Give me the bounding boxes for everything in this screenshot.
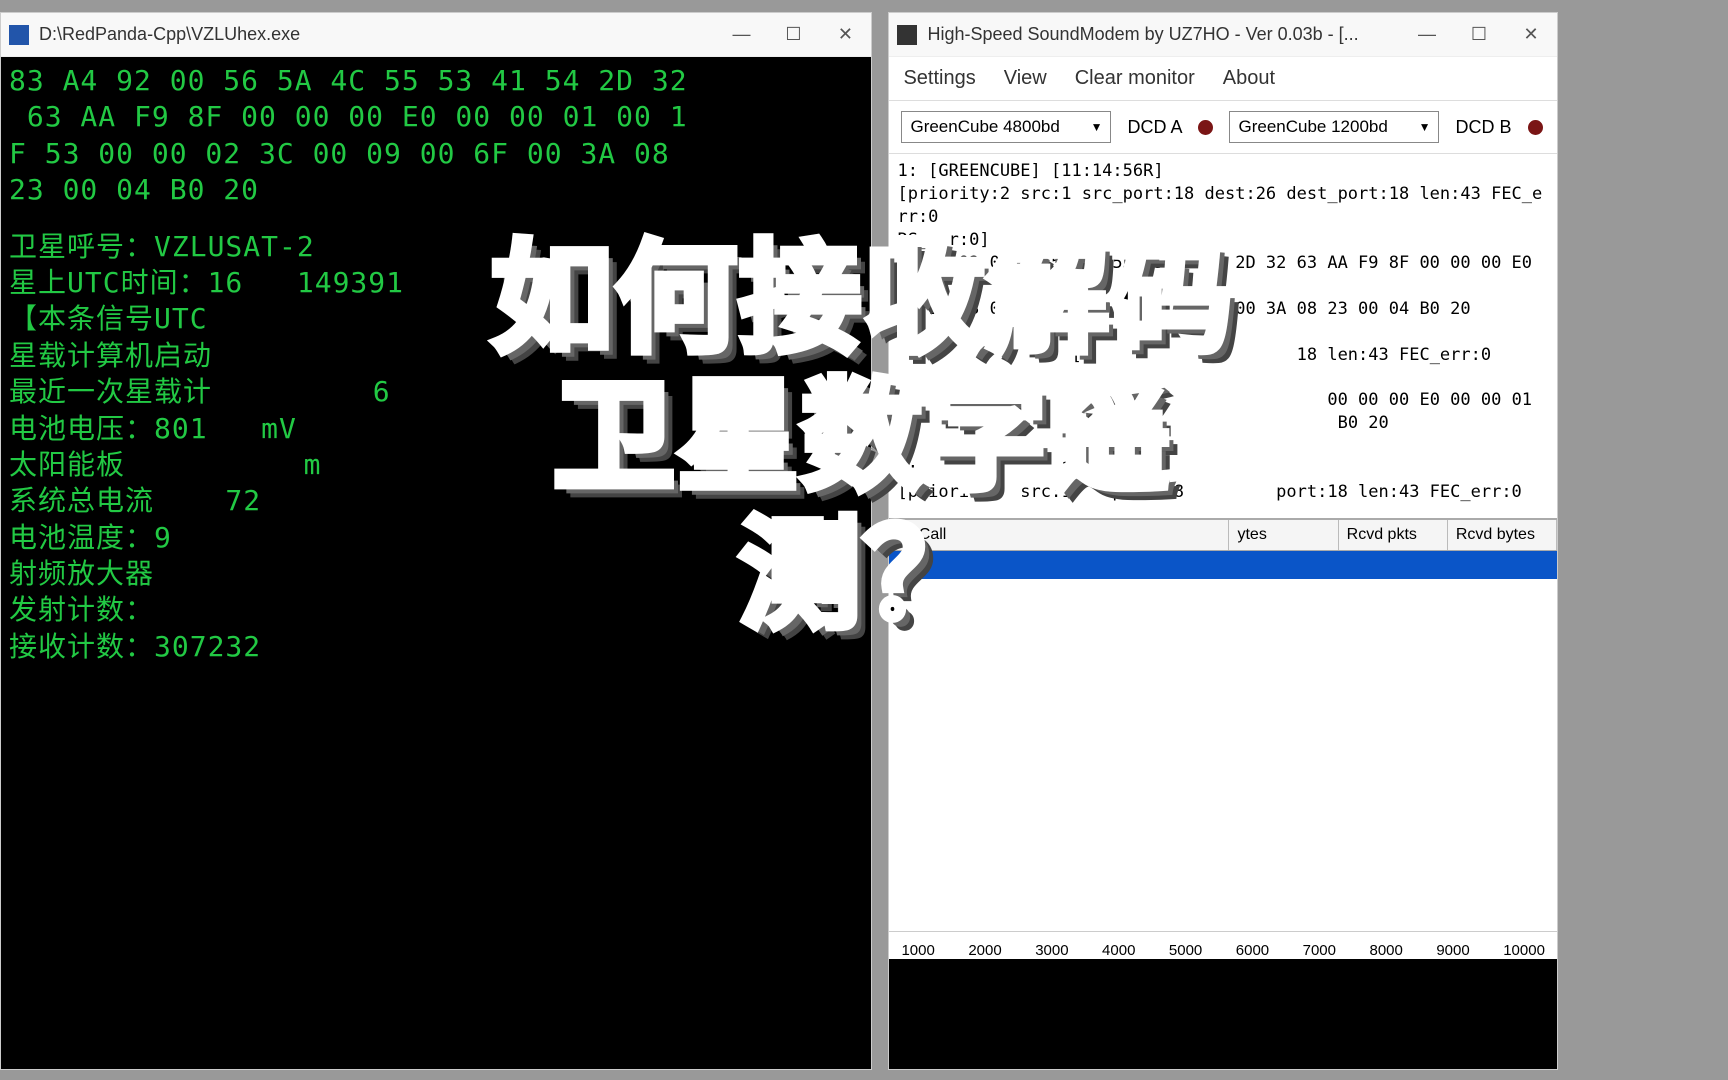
freq-tick: 3000 xyxy=(1035,942,1068,959)
chevron-down-icon: ▼ xyxy=(1419,120,1431,134)
mode-a-value: GreenCube 4800bd xyxy=(910,117,1059,137)
freq-tick: 6000 xyxy=(1236,942,1269,959)
col-rcvd-pkts[interactable]: Rcvd pkts xyxy=(1339,520,1448,550)
freq-tick: 4000 xyxy=(1102,942,1135,959)
telemetry-line: 太阳能板 m xyxy=(9,447,863,483)
vzluhex-window: D:\RedPanda-Cpp\VZLUhex.exe — ☐ ✕ 83 A4 … xyxy=(0,12,872,1070)
terminal-output: 83 A4 92 00 56 5A 4C 55 53 41 54 2D 32 6… xyxy=(1,57,871,1069)
mode-a-dropdown[interactable]: GreenCube 4800bd ▼ xyxy=(901,111,1111,143)
telemetry-line: 电池温度：9 xyxy=(9,520,863,556)
dcd-b-led xyxy=(1528,120,1543,135)
menu-settings[interactable]: Settings xyxy=(903,67,975,90)
table-row-selected[interactable] xyxy=(889,551,1557,579)
left-title: D:\RedPanda-Cpp\VZLUhex.exe xyxy=(39,24,729,45)
freq-tick: 10000 xyxy=(1503,942,1545,959)
telemetry-line: 卫星呼号：VZLUSAT-2 xyxy=(9,229,863,265)
packet-log[interactable]: 1: [GREENCUBE] [11:14:56R] [priority:2 s… xyxy=(889,154,1557,518)
telemetry-line: 射频放大器 xyxy=(9,556,863,592)
modem-controls: GreenCube 4800bd ▼ DCD A GreenCube 1200b… xyxy=(889,101,1557,154)
telemetry-line: 发射计数： xyxy=(9,592,863,628)
soundmodem-icon xyxy=(897,25,917,45)
menu-about[interactable]: About xyxy=(1223,67,1275,90)
hex-dump: 83 A4 92 00 56 5A 4C 55 53 41 54 2D 32 6… xyxy=(9,63,863,209)
freq-tick: 8000 xyxy=(1369,942,1402,959)
close-button[interactable]: ✕ xyxy=(1519,24,1543,45)
col-rcvd-bytes[interactable]: Rcvd bytes xyxy=(1448,520,1557,550)
freq-tick: 5000 xyxy=(1169,942,1202,959)
freq-tick: 1000 xyxy=(901,942,934,959)
minimize-button[interactable]: — xyxy=(1415,24,1439,45)
maximize-button[interactable]: ☐ xyxy=(781,24,805,45)
chevron-down-icon: ▼ xyxy=(1091,120,1103,134)
telemetry-line: 系统总电流 72 xyxy=(9,483,863,519)
maximize-button[interactable]: ☐ xyxy=(1467,24,1491,45)
telemetry-line: 接收计数：307232 xyxy=(9,629,863,665)
menubar: Settings View Clear monitor About xyxy=(889,57,1557,101)
menu-clear-monitor[interactable]: Clear monitor xyxy=(1075,67,1195,90)
dcd-a-led xyxy=(1198,120,1213,135)
frequency-ruler: 1000 2000 3000 4000 5000 6000 7000 8000 9000 1000… xyxy=(889,931,1557,959)
telemetry-line: 电池电压：801 mV xyxy=(9,411,863,447)
minimize-button[interactable]: — xyxy=(729,24,753,45)
mode-b-dropdown[interactable]: GreenCube 1200bd ▼ xyxy=(1229,111,1439,143)
telemetry-line: 星载计算机启动 xyxy=(9,338,863,374)
right-title: High-Speed SoundModem by UZ7HO - Ver 0.0… xyxy=(927,24,1415,45)
telemetry-line: 【本条信号UTC xyxy=(9,301,863,337)
left-titlebar[interactable]: D:\RedPanda-Cpp\VZLUhex.exe — ☐ ✕ xyxy=(1,13,871,57)
stats-table-header: MyCall ytes Rcvd pkts Rcvd bytes xyxy=(889,518,1557,551)
right-titlebar[interactable]: High-Speed SoundModem by UZ7HO - Ver 0.0… xyxy=(889,13,1557,57)
dcd-b-label: DCD B xyxy=(1455,117,1511,138)
freq-tick: 2000 xyxy=(968,942,1001,959)
dcd-a-label: DCD A xyxy=(1127,117,1182,138)
menu-view[interactable]: View xyxy=(1004,67,1047,90)
freq-tick: 9000 xyxy=(1436,942,1469,959)
col-mycall[interactable]: MyCall xyxy=(889,520,1229,550)
soundmodem-window: High-Speed SoundModem by UZ7HO - Ver 0.0… xyxy=(888,12,1558,1070)
waterfall-display[interactable] xyxy=(889,959,1557,1069)
telemetry-line: 最近一次星载计 6 xyxy=(9,374,863,410)
freq-tick: 7000 xyxy=(1303,942,1336,959)
col-bytes[interactable]: ytes xyxy=(1229,520,1338,550)
app-icon xyxy=(9,25,29,45)
telemetry-line: 星上UTC时间：16 149391 xyxy=(9,265,863,301)
close-button[interactable]: ✕ xyxy=(833,24,857,45)
mode-b-value: GreenCube 1200bd xyxy=(1238,117,1387,137)
